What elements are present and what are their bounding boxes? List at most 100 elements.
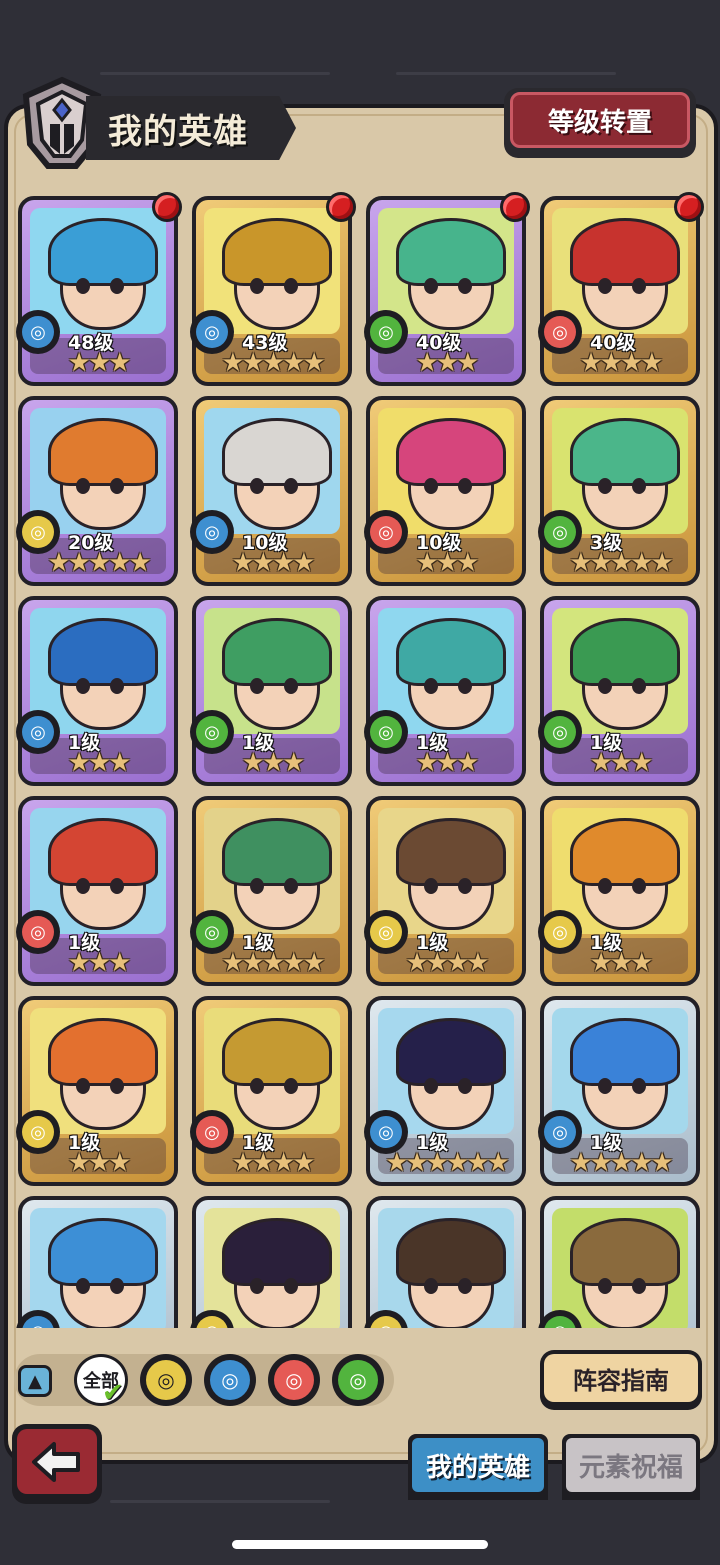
hero-card[interactable]: 1级 ★★★ ◎ (16, 796, 178, 986)
top-decoration-line-right (396, 72, 616, 75)
water-icon: ◎ (196, 516, 228, 548)
hero-card[interactable]: 1级 ★★★ ◎ (538, 796, 700, 986)
hero-element-badge: ◎ (16, 710, 60, 754)
hero-element-badge: ◎ (364, 310, 408, 354)
hero-card[interactable]: 1级 ★★★ ◎ (190, 596, 352, 786)
hero-element-badge: ◎ (364, 910, 408, 954)
hero-element-badge: ◎ (190, 710, 234, 754)
hero-element-badge: ◎ (16, 510, 60, 554)
hero-element-badge: ◎ (16, 910, 60, 954)
hero-element-badge: ◎ (538, 510, 582, 554)
fire-icon: ◎ (544, 316, 576, 348)
home-indicator[interactable] (232, 1540, 488, 1549)
water-icon: ◎ (210, 1360, 250, 1400)
hero-card[interactable]: 1级 ★★★★★★ ◎ (364, 996, 526, 1186)
hero-card[interactable]: 1级◎ (190, 1196, 352, 1328)
level-transfer-button[interactable]: 等级转置 (504, 88, 696, 158)
hero-card[interactable]: 43级 ★★★★★ ◎ (190, 192, 356, 386)
water-icon: ◎ (22, 716, 54, 748)
hero-element-badge: ◎ (538, 710, 582, 754)
hero-element-badge: ◎ (538, 910, 582, 954)
water-icon: ◎ (370, 1116, 402, 1148)
water-icon: ◎ (22, 316, 54, 348)
lineup-guide-label: 阵容指南 (544, 1354, 698, 1402)
hero-card[interactable]: 10级 ★★★ ◎ (364, 396, 526, 586)
hero-card[interactable]: 1级 ★★★ ◎ (16, 996, 178, 1186)
hero-card[interactable]: 1级◎ (16, 1196, 178, 1328)
bottom-decoration-line (110, 1500, 330, 1503)
hero-card[interactable]: 1级◎ (364, 1196, 526, 1328)
earth-icon: ◎ (370, 1316, 402, 1328)
hero-grid: 48级 ★★★ ◎ 43级 ★★★★★ ◎ 40级 ★★★ ◎ 40级 ★★★★ ◎ 20级 ★★★★★ ◎… (14, 188, 706, 1328)
hero-card[interactable]: 1级 ★★★ ◎ (16, 596, 178, 786)
hero-card[interactable]: 20级 ★★★★★ ◎ (16, 396, 178, 586)
earth-icon: ◎ (22, 1116, 54, 1148)
hero-card[interactable]: 1级 ★★★★★ ◎ (538, 996, 700, 1186)
hero-portrait (204, 1208, 340, 1328)
fire-icon: ◎ (196, 1116, 228, 1148)
level-transfer-label: 等级转置 (510, 92, 690, 148)
lineup-guide-button[interactable]: 阵容指南 (540, 1350, 702, 1410)
filter-wind-button[interactable]: ◎ (332, 1354, 384, 1406)
hero-element-badge: ◎ (364, 510, 408, 554)
earth-icon: ◎ (22, 516, 54, 548)
filter-water-button[interactable]: ◎ (204, 1354, 256, 1406)
earth-icon: ◎ (370, 916, 402, 948)
wind-icon: ◎ (370, 316, 402, 348)
hero-element-badge: ◎ (16, 310, 60, 354)
water-icon: ◎ (544, 1116, 576, 1148)
hero-card[interactable]: 40级 ★★★ ◎ (364, 192, 530, 386)
wind-icon: ◎ (544, 716, 576, 748)
hero-card[interactable]: 3级 ★★★★★ ◎ (538, 396, 700, 586)
wind-icon: ◎ (196, 716, 228, 748)
hero-portrait (378, 1208, 514, 1328)
hero-card[interactable]: 1级 ★★★★ ◎ (364, 796, 526, 986)
hero-card[interactable]: 1级 ★★★ ◎ (364, 596, 526, 786)
wind-icon: ◎ (544, 1316, 576, 1328)
water-icon: ◎ (22, 1316, 54, 1328)
hero-card[interactable]: 1级 ★★★★★ ◎ (190, 796, 352, 986)
hero-element-badge: ◎ (364, 1110, 408, 1154)
hero-element-badge: ◎ (190, 910, 234, 954)
hero-element-badge: ◎ (16, 1110, 60, 1154)
back-button[interactable] (12, 1424, 102, 1504)
fire-icon: ◎ (274, 1360, 314, 1400)
tab-element-blessing-label: 元素祝福 (566, 1438, 696, 1492)
hero-portrait (552, 1208, 688, 1328)
tab-element-blessing[interactable]: 元素祝福 (562, 1434, 700, 1500)
notification-dot-icon (674, 192, 704, 222)
page-title: 我的英雄 (108, 112, 248, 152)
hero-card[interactable]: 40级 ★★★★ ◎ (538, 192, 704, 386)
wind-icon: ◎ (370, 716, 402, 748)
back-arrow-icon (32, 1441, 80, 1482)
wind-icon: ◎ (544, 516, 576, 548)
top-decoration-line (100, 72, 330, 75)
hero-element-badge: ◎ (190, 310, 234, 354)
hero-card[interactable]: 48级 ★★★ ◎ (16, 192, 182, 386)
filter-earth-button[interactable]: ◎ (140, 1354, 192, 1406)
tab-my-heroes-label: 我的英雄 (412, 1438, 544, 1492)
wind-icon: ◎ (196, 916, 228, 948)
chevron-up-icon[interactable]: ▲ (18, 1365, 52, 1397)
notification-dot-icon (152, 192, 182, 222)
notification-dot-icon (500, 192, 530, 222)
hero-element-badge: ◎ (538, 310, 582, 354)
notification-dot-icon (326, 192, 356, 222)
earth-icon: ◎ (196, 1316, 228, 1328)
hero-card[interactable]: 1级 ★★★★ ◎ (190, 996, 352, 1186)
hero-element-badge: ◎ (190, 510, 234, 554)
water-icon: ◎ (196, 316, 228, 348)
hero-element-badge: ◎ (364, 710, 408, 754)
hero-element-badge: ◎ (538, 1110, 582, 1154)
hero-card[interactable]: 1级 ★★★ ◎ (538, 596, 700, 786)
fire-icon: ◎ (22, 916, 54, 948)
fire-icon: ◎ (370, 516, 402, 548)
earth-icon: ◎ (544, 916, 576, 948)
earth-icon: ◎ (146, 1360, 186, 1400)
hero-element-badge: ◎ (190, 1110, 234, 1154)
hero-card[interactable]: 1级◎ (538, 1196, 700, 1328)
filter-fire-button[interactable]: ◎ (268, 1354, 320, 1406)
hero-card[interactable]: 10级 ★★★★ ◎ (190, 396, 352, 586)
checkmark-icon: ✔ (102, 1378, 124, 1408)
tab-my-heroes[interactable]: 我的英雄 (408, 1434, 548, 1500)
